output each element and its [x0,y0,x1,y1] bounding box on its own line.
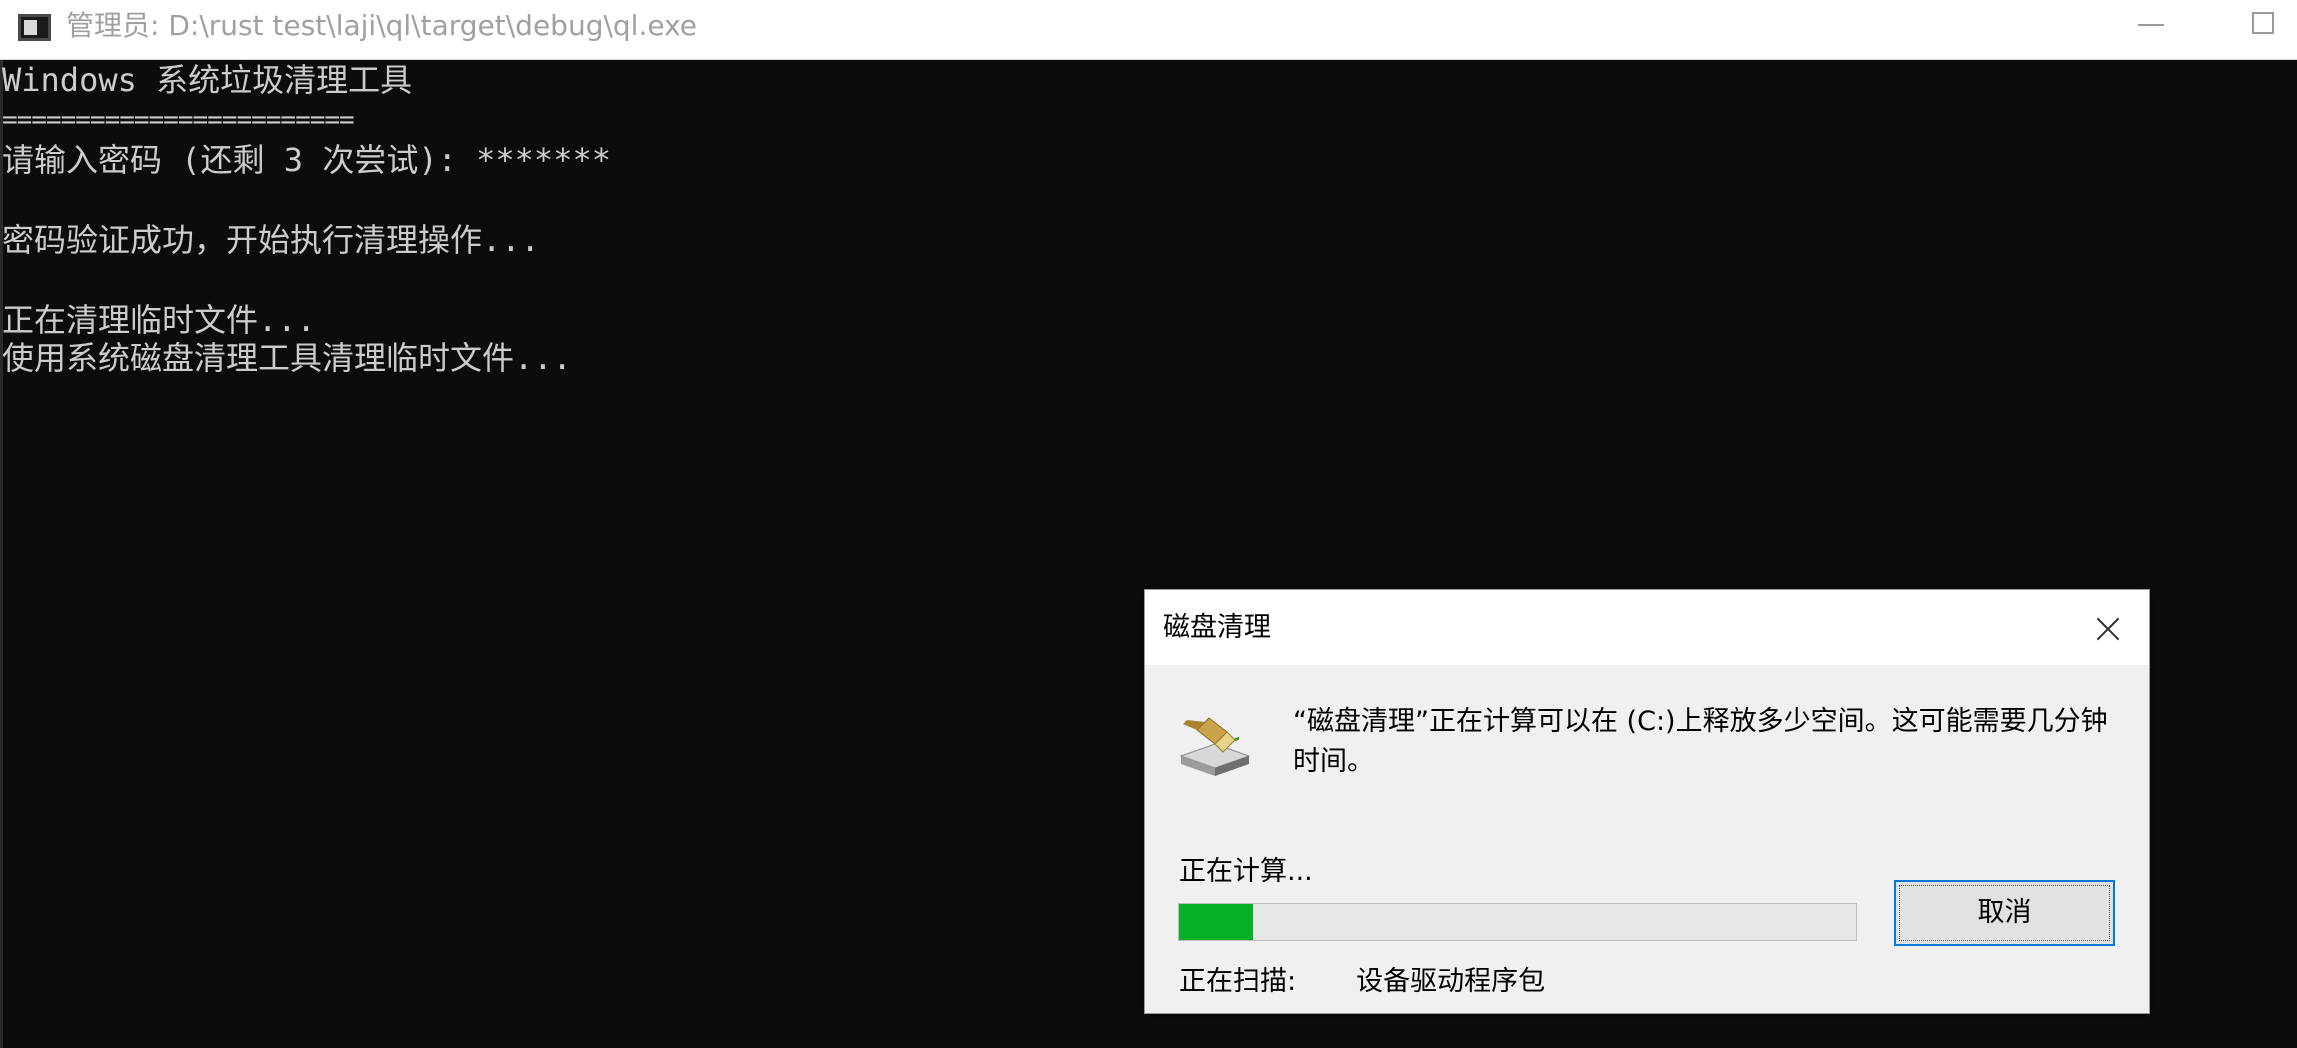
scan-label: 正在扫描: [1179,966,1297,997]
dialog-title-bar[interactable]: 磁盘清理 [1145,590,2149,665]
console-title-bar[interactable]: 管理员: D:\rust test\laji\ql\target\debug\q… [0,0,2297,60]
close-icon[interactable] [2085,604,2133,652]
cancel-button[interactable]: 取消 [1894,880,2115,946]
window-title: 管理员: D:\rust test\laji\ql\target\debug\q… [66,9,698,42]
maximize-button[interactable] [2222,0,2297,52]
disk-cleanup-icon [1179,717,1251,776]
scan-value: 设备驱动程序包 [1356,966,1546,997]
minimize-button[interactable] [2110,0,2190,52]
progress-bar [1178,903,1857,941]
console-line: Windows 系统垃圾清理工具 [2,61,413,99]
calculating-status: 正在计算... [1179,856,1313,887]
console-line: 密码验证成功，开始执行清理操作... [2,221,540,259]
disk-cleanup-dialog: 磁盘清理 “磁盘清理”正在计算可以在 (C:)上释放多少空间。这可能需要几分钟时… [1144,589,2150,1014]
dialog-title: 磁盘清理 [1163,612,1271,643]
scan-status-row: 正在扫描: 设备驱动程序包 [1179,962,1545,1002]
console-line: 正在清理临时文件... [2,301,316,339]
console-line: ======================== [2,105,355,135]
console-window-icon [18,14,51,41]
desktop-screen: 管理员: D:\rust test\laji\ql\target\debug\q… [0,0,2297,1048]
dialog-message: “磁盘清理”正在计算可以在 (C:)上释放多少空间。这可能需要几分钟时间。 [1293,706,2108,777]
console-line: 使用系统磁盘清理工具清理临时文件... [2,339,572,377]
console-line: 请输入密码 (还剩 3 次尝试): ******* [2,141,611,179]
progress-fill [1179,904,1254,940]
